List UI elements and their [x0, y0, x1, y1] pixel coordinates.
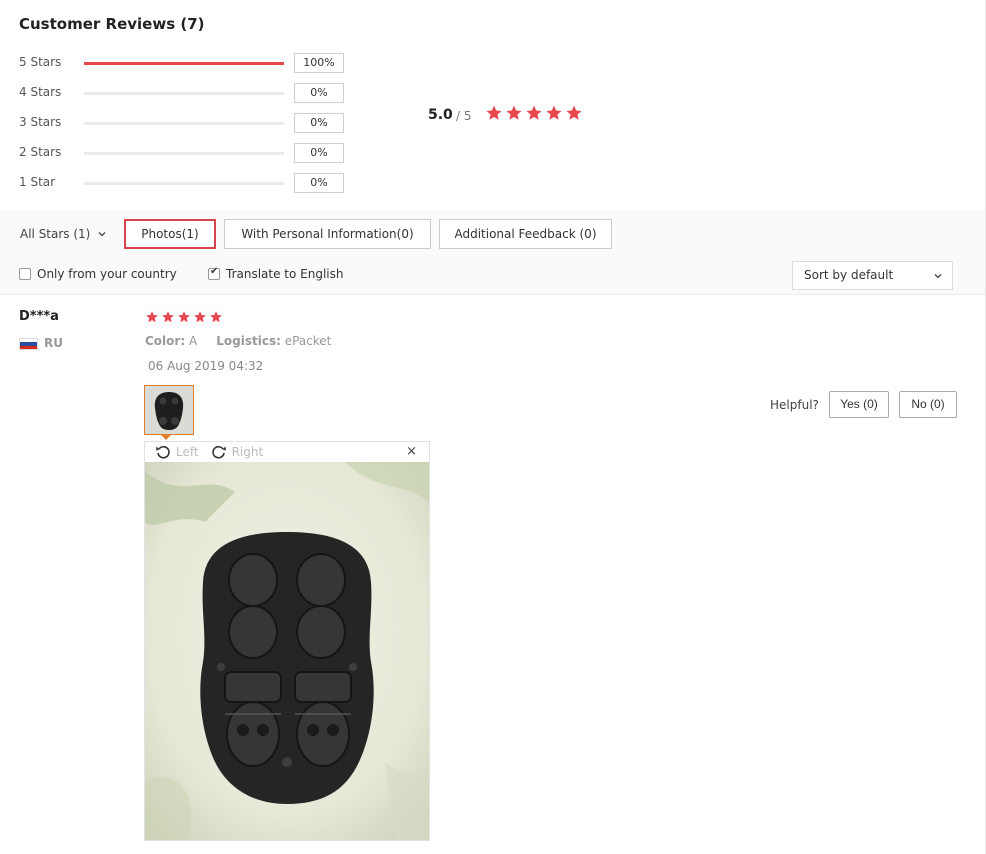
reviews-title: Customer Reviews (7) — [19, 15, 205, 33]
chevron-down-icon — [934, 274, 942, 279]
translate-label: Translate to English — [226, 267, 344, 281]
photo-viewer: Left Right × — [144, 441, 430, 841]
skull-mold-thumbnail-image — [145, 386, 193, 434]
rating-row-percent: 100% — [294, 53, 344, 73]
rating-row: 4 Stars 0% — [19, 83, 349, 103]
reviewer-country: RU — [44, 336, 63, 350]
star-icon — [506, 105, 522, 120]
chevron-down-icon — [98, 232, 106, 237]
average-rating: 5.0 — [428, 107, 453, 123]
sort-select[interactable]: Sort by default — [792, 261, 953, 290]
russia-flag-icon — [19, 338, 38, 350]
average-stars — [485, 104, 583, 122]
logistics-label: Logistics: — [216, 334, 281, 348]
skull-mold-photo — [145, 462, 429, 840]
review-attributes: Color: A Logistics: ePacket — [145, 334, 331, 348]
star-icon — [178, 311, 190, 323]
star-icon — [486, 105, 502, 120]
star-icon — [162, 311, 174, 323]
star-icon — [210, 311, 222, 323]
logistics-value: ePacket — [284, 334, 332, 348]
rating-row: 1 Star 0% — [19, 173, 349, 193]
helpful-no-button[interactable]: No (0) — [899, 391, 957, 418]
viewer-toolbar: Left Right × — [145, 442, 429, 462]
only-country-label: Only from your country — [37, 267, 177, 281]
review-photo-thumbnail[interactable] — [144, 385, 194, 435]
close-icon[interactable]: × — [406, 444, 417, 459]
rating-bar — [84, 62, 284, 65]
rating-row-percent: 0% — [294, 113, 344, 133]
helpful-label: Helpful? — [770, 398, 819, 412]
rating-bar — [84, 182, 284, 185]
rating-row-label: 1 Star — [19, 175, 56, 189]
helpful-yes-button[interactable]: Yes (0) — [829, 391, 889, 418]
reviewer-name: D***a — [19, 309, 59, 324]
rating-bar — [84, 92, 284, 95]
translate-option[interactable]: Translate to English — [208, 266, 344, 281]
rotate-left-label[interactable]: Left — [176, 445, 199, 459]
rating-bar — [84, 152, 284, 155]
rating-row-label: 3 Stars — [19, 115, 62, 129]
star-icon — [546, 105, 562, 120]
star-icon — [526, 105, 542, 120]
all-stars-label: All Stars (1) — [20, 227, 91, 241]
average-max: / 5 — [456, 109, 472, 123]
review-date: 06 Aug 2019 04:32 — [148, 359, 264, 373]
star-icon — [194, 311, 206, 323]
translate-checkbox[interactable] — [208, 266, 220, 280]
all-stars-dropdown[interactable]: All Stars (1) — [20, 227, 106, 241]
star-icon — [146, 311, 158, 323]
thumbnail-caret — [160, 434, 172, 440]
rotate-right-label[interactable]: Right — [232, 445, 264, 459]
only-country-checkbox[interactable] — [19, 268, 31, 280]
rotate-right-icon[interactable] — [211, 444, 227, 460]
only-country-option[interactable]: Only from your country — [19, 267, 177, 281]
color-label: Color: — [145, 334, 186, 348]
personal-info-filter-button[interactable]: With Personal Information(0) — [224, 219, 431, 249]
rating-row-percent: 0% — [294, 143, 344, 163]
rating-row-label: 4 Stars — [19, 85, 62, 99]
sort-label: Sort by default — [804, 268, 894, 282]
rotate-left-icon[interactable] — [155, 444, 171, 460]
additional-feedback-filter-button[interactable]: Additional Feedback (0) — [439, 219, 612, 249]
rating-bar — [84, 122, 284, 125]
rating-row-percent: 0% — [294, 83, 344, 103]
star-icon — [566, 105, 582, 120]
rating-row: 2 Stars 0% — [19, 143, 349, 163]
review-stars — [145, 310, 223, 324]
rating-row-percent: 0% — [294, 173, 344, 193]
rating-row-label: 5 Stars — [19, 55, 62, 69]
photos-filter-button[interactable]: Photos(1) — [124, 219, 216, 249]
rating-row: 3 Stars 0% — [19, 113, 349, 133]
rating-row: 5 Stars 100% — [19, 53, 349, 73]
rating-row-label: 2 Stars — [19, 145, 62, 159]
rating-bar-fill — [84, 62, 284, 65]
color-value: A — [188, 334, 198, 348]
